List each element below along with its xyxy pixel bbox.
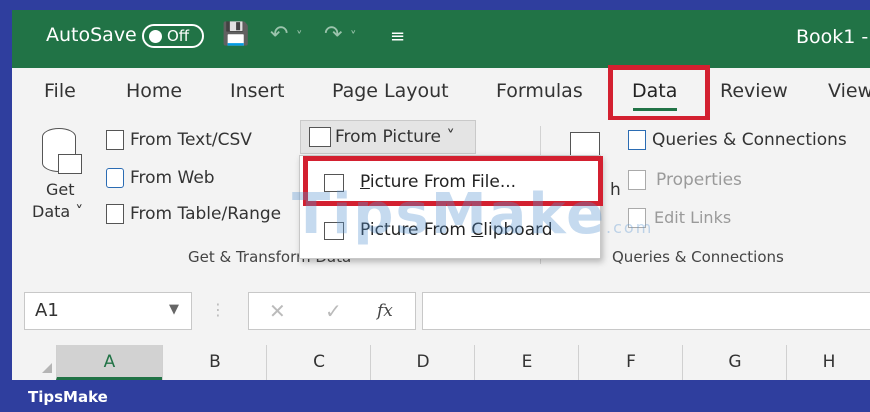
column-header-d[interactable]: D [370, 345, 475, 380]
redo-dropdown-icon[interactable]: ˅ [350, 30, 357, 45]
chevron-down-icon[interactable]: ▼ [169, 302, 179, 317]
watermark-text: TipsMake [292, 182, 607, 247]
table-range-icon [106, 204, 124, 224]
from-table-range-button[interactable]: From Table/Range [130, 204, 281, 224]
select-all-button[interactable] [12, 345, 56, 380]
column-header-f[interactable]: F [578, 345, 683, 380]
name-box[interactable]: A1 ▼ [24, 292, 192, 330]
text-file-icon [106, 130, 124, 150]
save-icon[interactable]: 💾 [222, 22, 249, 47]
grip-icon: ⋮ [210, 300, 226, 319]
customize-qat-icon[interactable]: ≡ [390, 26, 405, 47]
toggle-knob [149, 30, 162, 43]
queries-connections-button[interactable]: Queries & Connections [652, 130, 847, 150]
column-headers: A B C D E F G H [12, 345, 870, 380]
data-tab-highlight [608, 65, 710, 121]
column-header-e[interactable]: E [474, 345, 579, 380]
column-header-c[interactable]: C [266, 345, 371, 380]
watermark-suffix: .com [606, 218, 654, 237]
tab-review[interactable]: Review [720, 80, 788, 102]
undo-icon[interactable]: ↶ [270, 22, 288, 47]
group-label-queries: Queries & Connections [612, 248, 784, 266]
from-text-csv-button[interactable]: From Text/CSV [130, 130, 252, 150]
from-picture-button[interactable]: From Picture ˅ [300, 120, 476, 154]
web-icon [106, 168, 124, 188]
from-picture-label: From Picture ˅ [335, 127, 455, 147]
tab-page-layout[interactable]: Page Layout [332, 80, 449, 102]
enter-icon[interactable]: ✓ [325, 299, 342, 323]
title-bar: AutoSave Off 💾 ↶ ˅ ↷ ˅ ≡ Book1 - [12, 10, 870, 68]
get-data-label: Get [46, 180, 75, 199]
queries-icon [628, 130, 646, 150]
get-data-label-2: Data ˅ [32, 202, 84, 221]
tab-insert[interactable]: Insert [230, 80, 285, 102]
ribbon-tabs: File Home Insert Page Layout Formulas Da… [12, 68, 870, 120]
autosave-state: Off [167, 27, 190, 45]
tab-view[interactable]: View [828, 80, 870, 102]
formula-bar: A1 ▼ ⋮ ✕ ✓ fx [12, 280, 870, 340]
formula-input[interactable] [422, 292, 870, 330]
column-header-h[interactable]: H [786, 345, 870, 380]
tab-formulas[interactable]: Formulas [496, 80, 583, 102]
insert-function-icon[interactable]: fx [377, 301, 393, 321]
edit-links-button[interactable]: Edit Links [654, 208, 731, 227]
autosave-label: AutoSave [46, 24, 137, 46]
redo-icon[interactable]: ↷ [324, 22, 342, 47]
column-header-a[interactable]: A [56, 345, 162, 380]
watermark: TipsMake.com [292, 182, 653, 247]
autosave-toggle[interactable]: Off [142, 24, 204, 48]
undo-dropdown-icon[interactable]: ˅ [296, 30, 303, 45]
formula-buttons: ✕ ✓ fx [248, 292, 416, 330]
cancel-icon[interactable]: ✕ [269, 299, 286, 323]
workbook-title: Book1 - [796, 26, 869, 48]
name-box-value: A1 [35, 300, 59, 321]
picture-icon [309, 127, 331, 147]
footer-brand: TipsMake [28, 388, 108, 406]
from-web-button[interactable]: From Web [130, 168, 215, 188]
properties-button[interactable]: Properties [656, 170, 742, 190]
column-header-b[interactable]: B [162, 345, 267, 380]
tab-file[interactable]: File [44, 80, 76, 102]
table-icon [58, 154, 82, 174]
excel-window: AutoSave Off 💾 ↶ ˅ ↷ ˅ ≡ Book1 - File Ho… [12, 10, 870, 380]
column-header-g[interactable]: G [682, 345, 787, 380]
tab-home[interactable]: Home [126, 80, 182, 102]
